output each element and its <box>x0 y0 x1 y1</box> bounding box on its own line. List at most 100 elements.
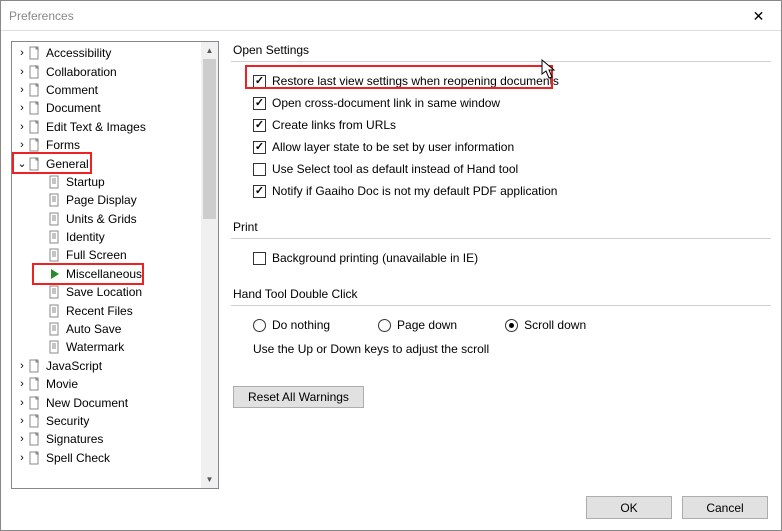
sidebar-item-label: JavaScript <box>46 359 102 373</box>
sidebar-item-forms[interactable]: ›Forms <box>12 136 201 154</box>
sidebar-container: ›Accessibility › Collaboration ›Comment › Doc… <box>11 41 219 489</box>
checkbox-label: Background printing (unavailable in IE) <box>272 251 478 265</box>
sidebar-item-full-screen[interactable]: Full Screen <box>12 246 201 264</box>
checkbox-row[interactable]: Open cross-document link in same window <box>253 92 771 114</box>
group-title-open-settings: Open Settings <box>231 43 771 57</box>
sidebar-item-edit-text-images[interactable]: ›Edit Text & Images <box>12 118 201 136</box>
checkbox[interactable] <box>253 97 266 110</box>
checkbox-row[interactable]: Notify if Gaaiho Doc is not my default P… <box>253 180 771 202</box>
sidebar-item-watermark[interactable]: Watermark <box>12 338 201 356</box>
sidebar-item-general[interactable]: ⌄General <box>12 154 201 172</box>
document-icon <box>48 175 62 189</box>
radio[interactable] <box>253 319 266 332</box>
checkbox[interactable] <box>253 141 266 154</box>
sidebar-item-new-document[interactable]: ›New Document <box>12 393 201 411</box>
sidebar-item-document[interactable]: › Document <box>12 99 201 117</box>
document-icon <box>28 396 42 410</box>
checkbox-label: Allow layer state to be set by user info… <box>272 140 514 154</box>
sidebar-item-identity[interactable]: Identity <box>12 228 201 246</box>
document-icon <box>28 101 42 115</box>
radio-label: Page down <box>397 318 457 332</box>
radio[interactable] <box>505 319 518 332</box>
sidebar-item-comment[interactable]: ›Comment <box>12 81 201 99</box>
sidebar-item-movie[interactable]: ›Movie <box>12 375 201 393</box>
chevron-icon: › <box>16 378 28 390</box>
sidebar-item-accessibility[interactable]: ›Accessibility <box>12 44 201 62</box>
sidebar-item-label: Document <box>46 101 101 115</box>
chevron-icon: › <box>16 102 28 114</box>
sidebar-item-label: Identity <box>66 230 105 244</box>
checkbox[interactable] <box>253 119 266 132</box>
radio[interactable] <box>378 319 391 332</box>
checkbox-label: Open cross-document link in same window <box>272 96 500 110</box>
checkbox[interactable] <box>253 75 266 88</box>
document-icon <box>48 248 62 262</box>
document-icon <box>48 340 62 354</box>
settings-panel: Open Settings Restore last view settings… <box>231 41 771 473</box>
chevron-icon: › <box>16 360 28 372</box>
document-icon <box>28 157 42 171</box>
document-icon <box>48 212 62 226</box>
sidebar-item-javascript[interactable]: › JavaScript <box>12 357 201 375</box>
document-icon <box>28 359 42 373</box>
checkbox-row[interactable]: Create links from URLs <box>253 114 771 136</box>
chevron-icon: › <box>16 415 28 427</box>
group-print: Print Background printing (unavailable i… <box>231 220 771 275</box>
dialog-buttons: OK Cancel <box>586 496 768 519</box>
radio-label: Do nothing <box>272 318 330 332</box>
checkbox-row[interactable]: Use Select tool as default instead of Ha… <box>253 158 771 180</box>
chevron-icon: › <box>16 397 28 409</box>
sidebar-item-label: Collaboration <box>46 65 117 79</box>
window-title: Preferences <box>9 9 74 23</box>
checkbox-row[interactable]: Allow layer state to be set by user info… <box>253 136 771 158</box>
sidebar-item-spell-check[interactable]: ›Spell Check <box>12 449 201 467</box>
sidebar-item-startup[interactable]: Startup <box>12 173 201 191</box>
chevron-icon: › <box>16 433 28 445</box>
cancel-button[interactable]: Cancel <box>682 496 768 519</box>
sidebar-item-label: Page Display <box>66 193 137 207</box>
checkbox-label: Use Select tool as default instead of Ha… <box>272 162 518 176</box>
sidebar-item-label: Spell Check <box>46 451 110 465</box>
checkbox[interactable] <box>253 163 266 176</box>
sidebar-item-auto-save[interactable]: Auto Save <box>12 320 201 338</box>
sidebar-item-page-display[interactable]: Page Display <box>12 191 201 209</box>
checkbox-row[interactable]: Restore last view settings when reopenin… <box>253 70 771 92</box>
sidebar-item-collaboration[interactable]: › Collaboration <box>12 62 201 80</box>
checkbox-label: Notify if Gaaiho Doc is not my default P… <box>272 184 557 198</box>
sidebar-item-label: Startup <box>66 175 105 189</box>
document-icon <box>28 83 42 97</box>
document-icon <box>28 432 42 446</box>
checkbox-label: Create links from URLs <box>272 118 396 132</box>
sidebar-item-label: Edit Text & Images <box>46 120 146 134</box>
reset-warnings-button[interactable]: Reset All Warnings <box>233 386 364 408</box>
chevron-icon: › <box>16 66 28 78</box>
checkbox-row[interactable]: Background printing (unavailable in IE) <box>253 247 771 269</box>
scroll-down-button[interactable]: ▼ <box>201 471 218 488</box>
sidebar-item-security[interactable]: ›Security <box>12 412 201 430</box>
document-icon <box>28 138 42 152</box>
sidebar-item-miscellaneous[interactable]: Miscellaneous <box>12 265 201 283</box>
document-icon <box>48 322 62 336</box>
checkbox[interactable] <box>253 252 266 265</box>
close-button[interactable]: ✕ <box>736 1 781 31</box>
group-title-print: Print <box>231 220 771 234</box>
scroll-up-button[interactable]: ▲ <box>201 42 218 59</box>
radio-option[interactable]: Page down <box>378 318 457 332</box>
sidebar-item-units-grids[interactable]: Units & Grids <box>12 210 201 228</box>
sidebar-item-save-location[interactable]: Save Location <box>12 283 201 301</box>
sidebar-item-signatures[interactable]: ›Signatures <box>12 430 201 448</box>
group-title-hand-tool: Hand Tool Double Click <box>231 287 771 301</box>
checkbox[interactable] <box>253 185 266 198</box>
scrollbar[interactable]: ▲ ▼ <box>201 42 218 488</box>
sidebar-item-label: Watermark <box>66 340 124 354</box>
category-tree[interactable]: ›Accessibility › Collaboration ›Comment › Doc… <box>12 42 201 488</box>
radio-option[interactable]: Scroll down <box>505 318 586 332</box>
scroll-thumb[interactable] <box>203 59 216 219</box>
document-icon <box>48 230 62 244</box>
sidebar-item-label: Miscellaneous <box>66 267 142 281</box>
radio-option[interactable]: Do nothing <box>253 318 330 332</box>
group-hand-tool: Hand Tool Double Click Do nothing Page do… <box>231 287 771 368</box>
sidebar-item-recent-files[interactable]: Recent Files <box>12 301 201 319</box>
ok-button[interactable]: OK <box>586 496 672 519</box>
scroll-track[interactable] <box>201 59 218 471</box>
